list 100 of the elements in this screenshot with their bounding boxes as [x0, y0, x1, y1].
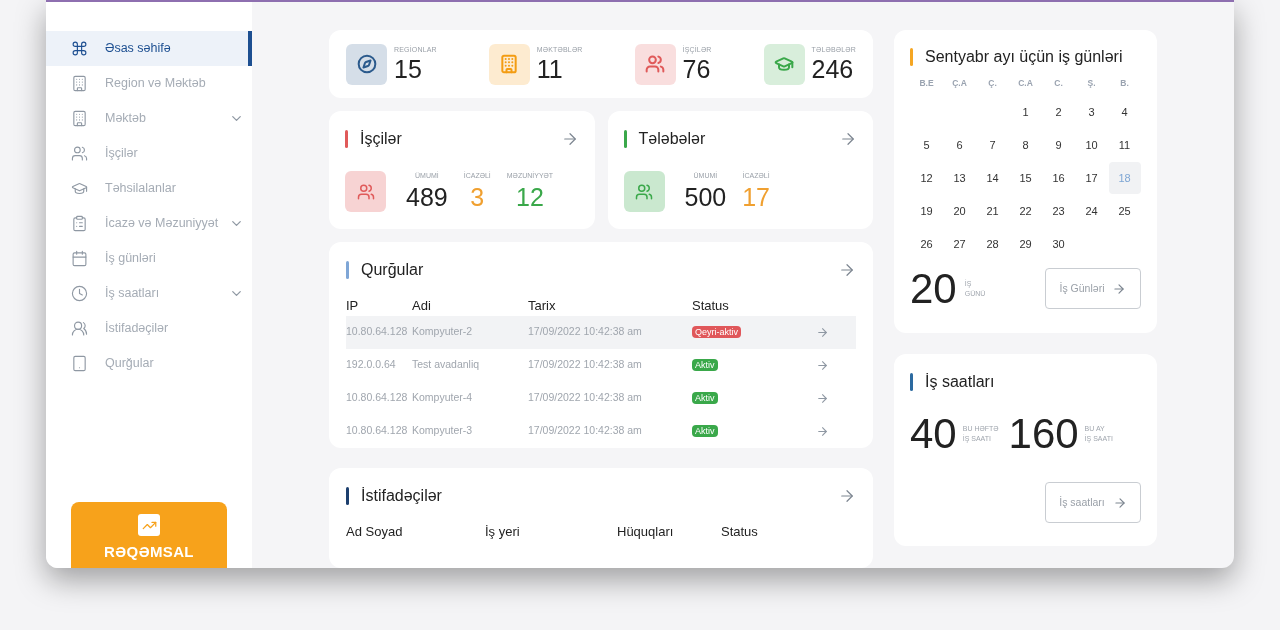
sidebar-label: Təhsilalanlar: [105, 180, 177, 198]
calendar-day[interactable]: 20: [943, 195, 976, 228]
stat-value: 11: [536, 55, 564, 84]
calendar-day[interactable]: 13: [943, 162, 976, 195]
calendar-day[interactable]: 16: [1042, 162, 1075, 195]
users-icon: [71, 320, 88, 337]
table-cell-text: Kompyuter-3: [412, 423, 474, 439]
status-badge: Qeyri-aktiv: [692, 326, 741, 339]
stat-value: 76: [682, 55, 712, 84]
calendar-day[interactable]: 4: [1108, 96, 1141, 129]
calendar-day[interactable]: 27: [943, 228, 976, 261]
calendar-day[interactable]: 29: [1009, 228, 1042, 261]
calendar-day[interactable]: 24: [1075, 195, 1108, 228]
card-title: Sentyabr ayı üçün iş günləri: [925, 47, 1123, 67]
arrow-right-icon[interactable]: [816, 391, 829, 405]
column-header: İş yeri: [485, 522, 521, 541]
card-title: Qurğular: [361, 260, 424, 281]
status-badge: Aktiv: [692, 425, 718, 438]
sidebar-label: Qurğular: [105, 355, 155, 373]
calendar-day[interactable]: 22: [1009, 195, 1042, 228]
calendar-day[interactable]: 19: [910, 195, 943, 228]
table-cell-text: 17/09/2022 10:42:38 am: [528, 423, 643, 439]
table-cell-text: Kompyuter-4: [412, 390, 474, 406]
calendar-day[interactable]: 2: [1042, 96, 1075, 129]
table-cell-text: 17/09/2022 10:42:38 am: [528, 324, 643, 340]
sidebar-item[interactable]: Əsas səhifə: [46, 31, 252, 66]
metric-value: 500: [684, 181, 727, 212]
card-title: Tələbələr: [638, 129, 706, 150]
calendar-day[interactable]: 11: [1108, 129, 1141, 162]
table-cell-text: 192.0.0.64: [346, 357, 397, 373]
calendar-day[interactable]: 7: [976, 129, 1009, 162]
weekday-label: C.: [1053, 77, 1064, 90]
column-header: Tarix: [528, 297, 557, 316]
brand-name: RƏQƏMSAL: [104, 542, 194, 562]
table-cell-text: 10.80.64.128: [346, 324, 409, 340]
weekday-label: C.A: [1017, 77, 1034, 90]
clock-icon: [71, 285, 88, 302]
working-days-count: 20: [910, 266, 957, 311]
table-cell-text: Test avadanliq: [412, 357, 481, 373]
people-icon: [356, 182, 375, 201]
arrow-right-icon[interactable]: [816, 325, 829, 339]
calendar-day[interactable]: 12: [910, 162, 943, 195]
calendar-day[interactable]: 21: [976, 195, 1009, 228]
arrow-right-icon[interactable]: [816, 358, 829, 372]
weekday-label: Ç.: [987, 77, 998, 90]
calendar-day[interactable]: 14: [976, 162, 1009, 195]
table-row[interactable]: 10.80.64.128 Kompyuter-2 17/09/2022 10:42:38 am Qeyri-aktiv: [346, 315, 856, 349]
hours-value: 40: [910, 412, 957, 456]
metric-value: 3: [470, 181, 485, 212]
hours-value: 160: [1008, 412, 1079, 456]
column-header: Hüquqları: [617, 522, 675, 541]
sidebar-label: İcazə və Məzuniyyət: [105, 215, 220, 233]
column-header: Adi: [412, 297, 432, 316]
calendar-day[interactable]: 23: [1042, 195, 1075, 228]
status-badge: Aktiv: [692, 359, 718, 372]
column-header: Status: [721, 522, 759, 541]
calendar-day[interactable]: 17: [1075, 162, 1108, 195]
sidebar-label: İşçilər: [105, 145, 139, 163]
calendar-day[interactable]: 5: [910, 129, 943, 162]
card-title: İstifadəçilər: [361, 485, 442, 506]
table-cell-text: 17/09/2022 10:42:38 am: [528, 390, 643, 406]
column-header: IP: [346, 297, 360, 316]
column-header: Ad Soyad: [346, 522, 404, 541]
column-header: Status: [692, 297, 730, 316]
calendar-day[interactable]: 26: [910, 228, 943, 261]
calendar-day[interactable]: 28: [976, 228, 1009, 261]
sidebar-label: Əsas səhifə: [105, 40, 172, 58]
building-icon: [71, 110, 88, 127]
calendar-day[interactable]: 30: [1042, 228, 1075, 261]
weekday-label: Ş.: [1086, 77, 1097, 90]
calendar-day[interactable]: 15: [1009, 162, 1042, 195]
calendar-day[interactable]: 3: [1075, 96, 1108, 129]
calendar-day[interactable]: 1: [1009, 96, 1042, 129]
arrow-right-icon[interactable]: [816, 424, 829, 438]
table-cell-text: Kompyuter-2: [412, 324, 474, 340]
table-cell-text: 17/09/2022 10:42:38 am: [528, 357, 643, 373]
calendar-day[interactable]: 9: [1042, 129, 1075, 162]
weekday-label: B.: [1119, 77, 1130, 90]
metric-value: 489: [406, 181, 448, 212]
weekday-label: Ç.A: [951, 77, 968, 90]
calendar-icon: [71, 250, 88, 267]
table-cell-text: 10.80.64.128: [346, 423, 409, 439]
calendar-day[interactable]: 10: [1075, 129, 1108, 162]
table-cell-text: 10.80.64.128: [346, 390, 409, 406]
sidebar-label: İş günləri: [105, 250, 157, 268]
card-title: İş saatları: [925, 372, 995, 392]
metric-value: 17: [742, 181, 771, 212]
accent-bar: [910, 48, 913, 66]
calendar-day[interactable]: 6: [943, 129, 976, 162]
graduation-cap-icon: [71, 180, 88, 197]
sidebar-label: Region və Məktəb: [105, 75, 207, 93]
metric-value: 12: [516, 181, 544, 212]
clipboard-icon: [71, 215, 88, 232]
status-badge: Aktiv: [692, 392, 718, 405]
active-indicator: [248, 31, 252, 66]
accent-bar: [346, 261, 349, 280]
card-title: İşçilər: [360, 129, 402, 150]
calendar-day[interactable]: 25: [1108, 195, 1141, 228]
sidebar-label: İstifadəçilər: [105, 320, 170, 338]
calendar-day[interactable]: 8: [1009, 129, 1042, 162]
